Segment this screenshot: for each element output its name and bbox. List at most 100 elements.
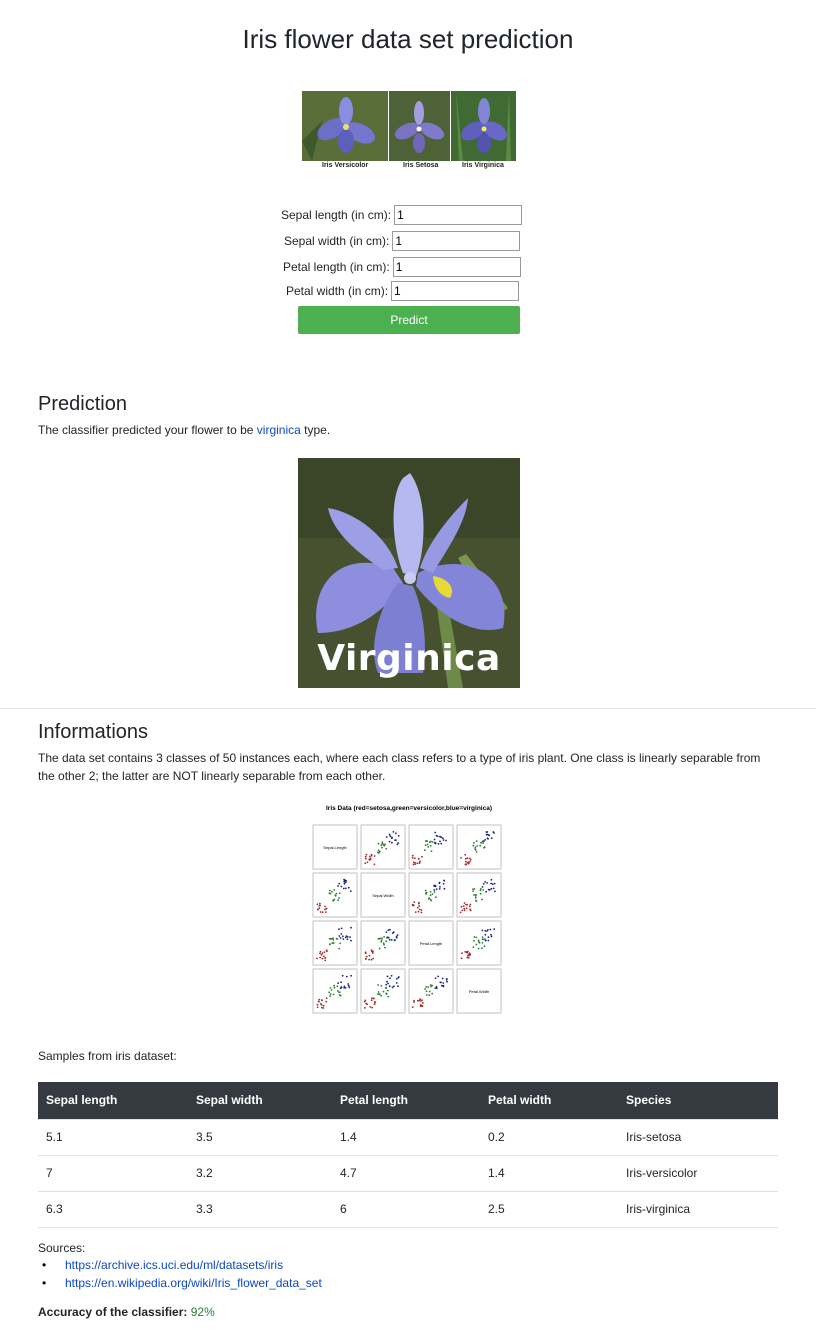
table-row: 5.1 3.5 1.4 0.2 Iris-setosa	[38, 1118, 778, 1155]
scatter-point	[321, 952, 324, 955]
scatter-point	[387, 982, 389, 985]
scatter-point	[363, 1007, 366, 1009]
sepal-length-input[interactable]	[394, 205, 523, 225]
scatter-point	[434, 842, 437, 845]
scatter-point	[424, 849, 426, 852]
scatter-point	[339, 937, 342, 939]
scatter-point	[316, 1003, 319, 1006]
scatter-point	[372, 997, 375, 1000]
source-link-wikipedia[interactable]: https://en.wikipedia.org/wiki/Iris_flowe…	[65, 1276, 322, 1290]
scatter-point	[371, 1006, 373, 1009]
scatter-point	[395, 935, 398, 938]
scatter-point	[329, 995, 331, 998]
table-cell: 7	[38, 1154, 188, 1191]
scatter-point	[446, 980, 448, 983]
scatter-point	[321, 911, 324, 914]
petal-width-input[interactable]	[391, 281, 520, 301]
scatter-diagonal-label: Petal.Length	[420, 941, 442, 946]
sepal-width-input[interactable]	[392, 231, 521, 251]
scatter-point	[317, 1000, 320, 1003]
scatter-point	[370, 854, 373, 857]
scatter-point	[332, 937, 334, 939]
petal-length-input[interactable]	[392, 257, 521, 277]
scatter-point	[366, 1003, 369, 1006]
scatter-point	[421, 1005, 424, 1007]
scatter-point	[332, 900, 334, 902]
scatter-point	[319, 950, 322, 953]
scatter-point	[481, 942, 484, 944]
scatter-point	[381, 842, 384, 845]
scatter-point	[396, 934, 399, 936]
scatter-point	[324, 905, 326, 908]
scatter-point	[430, 850, 433, 852]
scatter-point	[484, 939, 487, 942]
scatter-point	[475, 936, 478, 939]
scatter-point	[380, 844, 383, 847]
scatter-point	[323, 951, 326, 954]
scatter-point	[434, 977, 437, 979]
banner-caption-virginica: Iris Virginica	[462, 162, 504, 169]
scatter-point	[396, 977, 398, 980]
scatter-point	[380, 939, 383, 942]
scatter-point	[424, 844, 427, 847]
scatter-point	[433, 891, 436, 893]
scatter-point	[466, 857, 469, 860]
scatter-point	[397, 976, 400, 978]
scatter-point	[387, 995, 390, 998]
scatter-point	[337, 885, 339, 887]
scatter-point	[380, 940, 383, 943]
scatter-point	[324, 959, 327, 962]
scatter-point	[333, 984, 335, 987]
scatter-point	[364, 862, 367, 865]
scatter-point	[366, 861, 369, 864]
scatter-point	[324, 908, 326, 911]
scatter-point	[425, 990, 428, 993]
scatter-point	[469, 903, 472, 906]
table-cell: 6	[332, 1190, 480, 1228]
scatter-point	[442, 882, 445, 885]
scatter-point	[385, 983, 388, 986]
scatter-point	[473, 841, 475, 844]
scatter-point	[335, 937, 338, 940]
scatter-point	[440, 842, 443, 845]
predicted-class-link[interactable]: virginica	[257, 423, 301, 437]
scatter-point	[417, 858, 420, 860]
source-link-uci[interactable]: https://archive.ics.uci.edu/ml/datasets/…	[65, 1258, 283, 1272]
scatter-point	[485, 890, 488, 893]
scatter-point	[338, 897, 340, 899]
scatter-point	[418, 908, 421, 911]
scatter-point	[473, 936, 476, 938]
scatter-point	[341, 935, 344, 938]
scatter-point	[382, 990, 385, 993]
column-header-sepal-length: Sepal length	[38, 1082, 188, 1119]
banner-caption-setosa: Iris Setosa	[403, 162, 439, 169]
prediction-result-text: The classifier predicted your flower to …	[38, 421, 778, 439]
banner-caption-versicolor: Iris Versicolor	[322, 162, 369, 169]
scatter-point	[435, 888, 438, 891]
scatter-point	[350, 926, 352, 929]
scatter-point	[481, 936, 484, 938]
scatter-point	[473, 894, 475, 896]
scatter-point	[435, 987, 438, 989]
scatter-point	[378, 947, 381, 950]
scatter-point	[439, 840, 441, 843]
scatter-point	[485, 833, 488, 836]
scatter-point	[395, 982, 398, 984]
scatter-point	[429, 898, 432, 901]
scatter-point	[460, 905, 463, 908]
scatter-point	[486, 882, 489, 884]
scatter-point	[387, 936, 390, 939]
predict-button[interactable]: Predict	[298, 306, 520, 334]
scatter-point	[365, 957, 367, 960]
scatter-point	[321, 957, 324, 960]
scatter-point	[475, 851, 478, 853]
scatter-point	[383, 936, 385, 938]
scatter-point	[373, 1003, 376, 1006]
scatter-point	[343, 985, 346, 988]
scatter-point	[473, 939, 475, 942]
table-cell: Iris-setosa	[618, 1118, 778, 1155]
scatter-point	[325, 1000, 328, 1003]
scatter-point	[376, 851, 379, 854]
scatter-point	[426, 843, 429, 846]
scatter-point	[385, 940, 388, 943]
